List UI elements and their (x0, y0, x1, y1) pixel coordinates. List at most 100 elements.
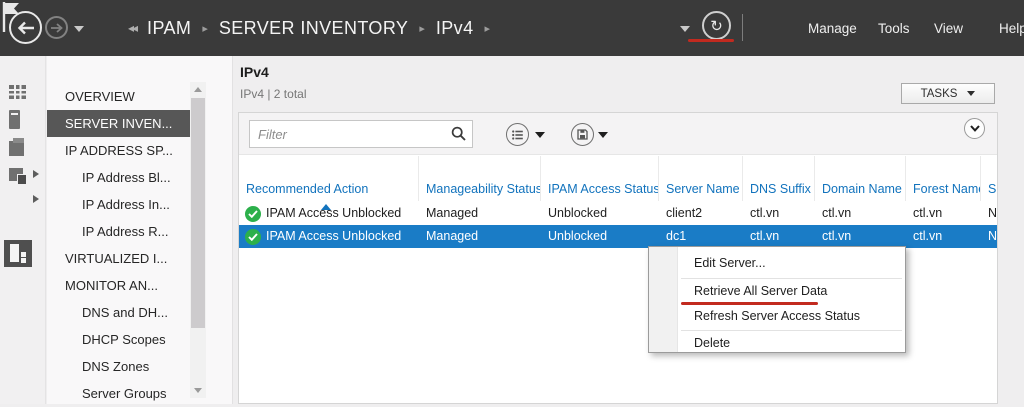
sidebar-item-dns-zones[interactable]: DNS Zones (47, 353, 190, 380)
sidebar-item-ip-address-ranges[interactable]: IP Address R... (47, 218, 190, 245)
scroll-down-icon[interactable] (194, 388, 202, 393)
chevron-down-icon (970, 125, 980, 132)
sidebar-item-virtualized[interactable]: VIRTUALIZED I... (47, 245, 190, 272)
column-dns-suffix[interactable]: DNS Suffix (743, 156, 815, 201)
sidebar-item-ip-address-space[interactable]: IP ADDRESS SP... (47, 137, 190, 164)
scroll-up-icon[interactable] (194, 87, 202, 92)
cell-truncated: N (981, 225, 997, 248)
sidebar-item-overview[interactable]: OVERVIEW (47, 83, 190, 110)
all-servers-icon[interactable] (9, 141, 24, 156)
topbar: ◂◂ IPAM ▸ SERVER INVENTORY ▸ IPv4 ▸ ↻ Ma… (0, 0, 1024, 56)
cell-dns-suffix: ctl.vn (743, 202, 815, 225)
context-item-delete[interactable]: Delete (679, 332, 905, 355)
breadcrumb-item-ipv4[interactable]: IPv4 (436, 18, 474, 39)
cell-forest-name: ctl.vn (906, 225, 981, 248)
page-title: IPv4 (240, 64, 269, 80)
sidebar-item-server-groups[interactable]: Server Groups (47, 380, 190, 407)
page-subtitle: IPv4 | 2 total (240, 87, 307, 101)
grid-toolbar (239, 113, 997, 155)
cell-domain-name: ctl.vn (815, 225, 906, 248)
context-menu-gutter (649, 247, 678, 352)
cell-ipam-access-status: Unblocked (541, 225, 659, 248)
breadcrumb-separator-icon: ▸ (419, 22, 425, 35)
filter-input[interactable] (249, 120, 473, 148)
ipam-icon (10, 244, 19, 262)
arrow-left-icon (17, 21, 35, 35)
cell-server-name: client2 (659, 202, 743, 225)
sidebar-item-dns-and-dhcp[interactable]: DNS and DH... (47, 299, 190, 326)
forward-button[interactable] (45, 16, 68, 39)
chevron-down-icon (967, 91, 975, 96)
column-truncated[interactable]: S (981, 156, 997, 201)
menu-manage[interactable]: Manage (808, 0, 857, 56)
breadcrumb: ◂◂ IPAM ▸ SERVER INVENTORY ▸ IPv4 ▸ (128, 0, 490, 56)
column-recommended-action[interactable]: Recommended Action (239, 156, 419, 201)
list-icon (512, 130, 523, 140)
column-manageability-status[interactable]: Manageability Status (419, 156, 541, 201)
tasks-button[interactable]: TASKS (901, 83, 995, 104)
search-icon[interactable] (451, 126, 467, 147)
breadcrumb-separator-icon: ▸ (202, 22, 208, 35)
column-forest-name[interactable]: Forest Name (906, 156, 981, 201)
context-menu: Edit Server... Retrieve All Server Data … (648, 246, 906, 353)
cell-server-name: dc1 (659, 225, 743, 248)
context-item-retrieve-all-server-data[interactable]: Retrieve All Server Data (679, 280, 905, 303)
cell-recommended-action: IPAM Access Unblocked (239, 225, 419, 248)
query-criteria-button[interactable] (506, 123, 529, 146)
save-icon (577, 129, 588, 140)
cell-truncated: N (981, 202, 997, 225)
table-row-client2[interactable]: IPAM Access Unblocked Managed Unblocked … (239, 202, 997, 225)
menu-view[interactable]: View (934, 0, 963, 56)
sidebar: OVERVIEW SERVER INVEN... IP ADDRESS SP..… (47, 56, 233, 404)
column-ipam-access-status[interactable]: IPAM Access Status (541, 156, 659, 201)
refresh-icon: ↻ (710, 17, 723, 35)
context-menu-separator (681, 330, 902, 331)
breadcrumb-item-server-inventory[interactable]: SERVER INVENTORY (219, 18, 408, 39)
breadcrumb-history-icon[interactable]: ◂◂ (128, 21, 136, 35)
file-storage-services-icon[interactable] (9, 168, 23, 181)
cell-recommended-action: IPAM Access Unblocked (239, 202, 419, 225)
sidebar-item-ip-address-blocks[interactable]: IP Address Bl... (47, 164, 190, 191)
expand-arrow-icon[interactable] (33, 170, 39, 178)
breadcrumb-item-ipam[interactable]: IPAM (147, 18, 191, 39)
save-query-button[interactable] (571, 123, 594, 146)
context-item-edit-server[interactable]: Edit Server... (679, 252, 905, 275)
menu-tools[interactable]: Tools (878, 0, 910, 56)
column-server-name[interactable]: Server Name (659, 156, 743, 201)
nav-icon-strip (0, 56, 46, 404)
sidebar-scrollbar[interactable] (190, 82, 206, 398)
save-caret-icon[interactable] (598, 132, 608, 138)
sidebar-item-server-inventory[interactable]: SERVER INVEN... (47, 110, 190, 137)
cell-domain-name: ctl.vn (815, 202, 906, 225)
refresh-options-caret-icon[interactable] (680, 26, 690, 32)
context-item-refresh-server-access-status[interactable]: Refresh Server Access Status (679, 305, 905, 328)
menu-help[interactable]: Help (999, 0, 1024, 56)
sidebar-item-dhcp-scopes[interactable]: DHCP Scopes (47, 326, 190, 353)
table-header: Recommended Action Manageability Status … (239, 156, 997, 201)
arrow-right-icon (50, 23, 63, 33)
topbar-divider (742, 14, 743, 41)
sidebar-item-ip-address-inventory[interactable]: IP Address In... (47, 191, 190, 218)
cell-forest-name: ctl.vn (906, 202, 981, 225)
breadcrumb-separator-icon: ▸ (484, 22, 490, 35)
column-domain-name[interactable]: Domain Name (815, 156, 906, 201)
nav-history-caret-icon[interactable] (74, 26, 84, 32)
annotation-underline-refresh (688, 39, 734, 42)
refresh-button[interactable]: ↻ (702, 11, 731, 40)
criteria-caret-icon[interactable] (535, 132, 545, 138)
cell-manageability-status: Managed (419, 225, 541, 248)
dashboard-icon[interactable] (9, 85, 26, 99)
cell-manageability-status: Managed (419, 202, 541, 225)
ipam-strip-item-selected[interactable] (4, 240, 32, 267)
local-server-icon[interactable] (9, 110, 20, 129)
expand-arrow-icon[interactable] (33, 195, 39, 203)
cell-dns-suffix: ctl.vn (743, 225, 815, 248)
table-row-dc1-selected[interactable]: IPAM Access Unblocked Managed Unblocked … (239, 225, 997, 248)
annotation-underline-retrieve (681, 302, 818, 305)
back-button[interactable] (9, 11, 42, 44)
sidebar-item-monitor-and-manage[interactable]: MONITOR AN... (47, 272, 190, 299)
context-menu-separator (681, 278, 902, 279)
collapse-panel-button[interactable] (964, 118, 985, 139)
scrollbar-thumb[interactable] (191, 98, 205, 328)
tasks-button-label: TASKS (921, 88, 958, 100)
